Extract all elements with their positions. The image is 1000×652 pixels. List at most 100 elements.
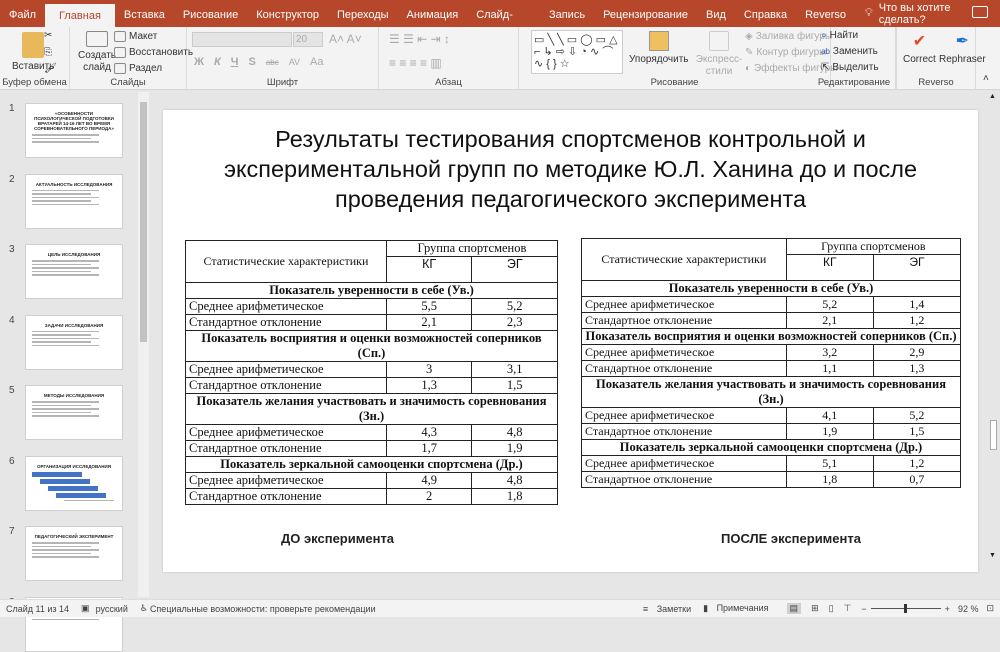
clipboard-icon	[22, 32, 45, 58]
slide-thumbnail[interactable]: МЕТОДЫ ИССЛЕДОВАНИЯ	[25, 385, 123, 440]
strikethrough-button[interactable]: abc	[266, 58, 279, 67]
select-button[interactable]: ⇱ Выделить	[821, 62, 879, 73]
kg-value: 4,9	[385, 472, 473, 489]
check-circle-icon: ✔	[912, 33, 927, 50]
eg-value: 1,5	[471, 377, 558, 394]
accessibility-status[interactable]: Специальные возможности: проверьте реком…	[150, 604, 376, 614]
slideshow-icon[interactable]: ⊤	[844, 603, 852, 614]
slide-counter: Слайд 11 из 14	[6, 603, 70, 614]
eg-value: 1,2	[872, 312, 962, 329]
quick-styles-button[interactable]: Экспресс-стили	[695, 31, 743, 78]
fit-slide-icon[interactable]: ⊡	[986, 603, 994, 614]
tab-10[interactable]: Вид	[697, 0, 735, 27]
underline-button[interactable]: Ч	[231, 56, 239, 68]
comments-icon[interactable]	[972, 6, 988, 18]
thumbnails-scrollbar[interactable]	[138, 92, 149, 597]
slide-thumbnail[interactable]: АКТУАЛЬНОСТЬ ИССЛЕДОВАНИЯ	[25, 173, 123, 229]
copy-icon[interactable]: ⎘	[44, 47, 52, 58]
slide-thumbnail[interactable]: ЗАДАЧИ ИССЛЕДОВАНИЯ	[25, 314, 123, 370]
rephraser-button[interactable]: ✒ Rephraser	[939, 31, 986, 65]
char-spacing-button[interactable]: AV	[289, 57, 300, 67]
shadow-button[interactable]: S	[248, 56, 255, 68]
tab-9[interactable]: Рецензирование	[594, 0, 697, 27]
tab-4[interactable]: Конструктор	[247, 0, 328, 27]
tab-8[interactable]: Запись	[540, 0, 594, 27]
notes-button[interactable]: ≡ Заметки	[643, 604, 691, 614]
scroll-thumb[interactable]	[990, 420, 997, 450]
layout-icon	[114, 31, 126, 42]
zoom-in-button[interactable]: +	[945, 604, 950, 614]
tab-0[interactable]: Файл	[0, 0, 45, 27]
section-button[interactable]: Раздел	[114, 63, 162, 74]
scroll-up-icon[interactable]: ▲	[989, 93, 996, 100]
correct-button[interactable]: ✔ Correct	[903, 31, 936, 65]
comments-button[interactable]: ▮ Примечания	[703, 603, 768, 614]
collapse-ribbon-icon[interactable]: ˄	[983, 73, 989, 84]
shape-fill-button[interactable]: ◈ Заливка фигуры	[745, 31, 832, 42]
list-buttons[interactable]: ☰ ☰ ⇤ ⇥ ↕	[389, 32, 450, 46]
tab-6[interactable]: Анимация	[398, 0, 468, 27]
slide-thumbnail[interactable]: ОРГАНИЗАЦИЯ ИССЛЕДОВАНИЯ	[25, 455, 123, 511]
zoom-level[interactable]: 92 %	[958, 604, 979, 614]
caption-before[interactable]: ДО эксперимента	[281, 531, 394, 546]
slide-canvas[interactable]: Результаты тестирования спортсменов конт…	[163, 110, 978, 572]
spellcheck-icon[interactable]: ▣	[81, 603, 90, 614]
grow-font-icon[interactable]: A˄ A˅	[329, 32, 362, 46]
language[interactable]: русский	[96, 604, 128, 614]
table-row: Среднее арифметическое 4,1 5,2	[581, 407, 962, 424]
section-label: Раздел	[129, 63, 163, 74]
eg-value: 5,2	[872, 407, 962, 424]
eg-value: 4,8	[471, 472, 558, 489]
arrange-icon	[648, 31, 669, 51]
feather-icon: ✒	[955, 33, 970, 50]
layout-button[interactable]: Макет	[114, 31, 157, 42]
tab-2[interactable]: Вставка	[115, 0, 174, 27]
tab-7[interactable]: Слайд-шоу	[467, 0, 540, 51]
slide-sorter-icon[interactable]: ⊞	[811, 603, 819, 614]
find-button[interactable]: ⌕ Найти	[821, 30, 858, 41]
row-label: Стандартное отклонение	[185, 488, 387, 505]
new-slide-button[interactable]: Создать слайд	[78, 31, 116, 74]
zoom-out-button[interactable]: −	[861, 604, 866, 614]
align-buttons[interactable]: ≡ ≡ ≡ ≡ ▥	[389, 56, 442, 70]
thumbnail-number: 2	[9, 173, 15, 185]
tab-12[interactable]: Reverso	[796, 0, 855, 27]
thumbnail-title: АКТУАЛЬНОСТЬ ИССЛЕДОВАНИЯ	[35, 181, 113, 187]
change-case-button[interactable]: Aa	[310, 56, 323, 68]
reset-button[interactable]: Восстановить	[114, 47, 193, 58]
caption-after[interactable]: ПОСЛЕ эксперимента	[721, 531, 861, 546]
italic-button[interactable]: К	[214, 56, 221, 68]
eg-value: 5,2	[471, 298, 558, 315]
font-size-select[interactable]: 20	[293, 32, 323, 47]
slide-thumbnail[interactable]: ПЕДАГОГИЧЕСКИЙ ЭКСПЕРИМЕНТ	[25, 526, 123, 581]
quick-styles-label: Экспресс-стили	[695, 54, 743, 77]
slide-thumbnail[interactable]: ЦЕЛЬ ИССЛЕДОВАНИЯ	[25, 244, 123, 299]
tab-5[interactable]: Переходы	[328, 0, 398, 27]
new-slide-icon	[86, 31, 108, 47]
font-name-select[interactable]	[192, 32, 292, 47]
scroll-down-icon[interactable]: ▼	[989, 552, 996, 559]
slide-thumbnail[interactable]: «ОСОБЕННОСТИ ПСИХОЛОГИЧЕСКОЙ ПОДГОТОВКИ …	[25, 103, 123, 158]
shape-outline-button[interactable]: ✎ Контур фигуры	[745, 47, 826, 58]
slide-scrollbar[interactable]: ▲ ▼	[987, 90, 1000, 587]
table-after[interactable]: Статистические характеристики Группа спор…	[581, 238, 962, 488]
normal-view-icon[interactable]: ▤	[786, 603, 802, 614]
tab-1[interactable]: Главная	[45, 4, 115, 27]
slide-title[interactable]: Результаты тестирования спортсменов конт…	[203, 124, 938, 214]
table-before[interactable]: Статистические характеристики Группа спор…	[185, 240, 559, 505]
table-row: Среднее арифметическое 4,3 4,8	[185, 424, 558, 441]
reading-view-icon[interactable]: ▯	[829, 603, 834, 614]
bold-button[interactable]: Ж	[194, 56, 204, 68]
replace-button[interactable]: ab Заменить	[821, 46, 878, 57]
fill-icon: ◈	[745, 31, 753, 42]
tab-11[interactable]: Справка	[735, 0, 796, 27]
shapes-gallery[interactable]: ▭ ╲ ╲ ▭ ◯ ▭ △ ⌐ ↳ ⇨ ⇩ ◔ ∿ ⌒ ∿ { } ☆	[531, 30, 623, 74]
tab-3[interactable]: Рисование	[174, 0, 247, 27]
format-painter-icon[interactable]: 🖌︎	[44, 63, 57, 74]
correct-label: Correct	[903, 54, 936, 65]
header-eg: ЭГ	[872, 254, 962, 281]
cut-icon[interactable]: ✂	[44, 30, 52, 41]
arrange-button[interactable]: Упорядочить	[629, 31, 689, 65]
zoom-slider[interactable]	[870, 604, 941, 613]
accessibility-icon[interactable]: ♿︎	[140, 603, 148, 614]
